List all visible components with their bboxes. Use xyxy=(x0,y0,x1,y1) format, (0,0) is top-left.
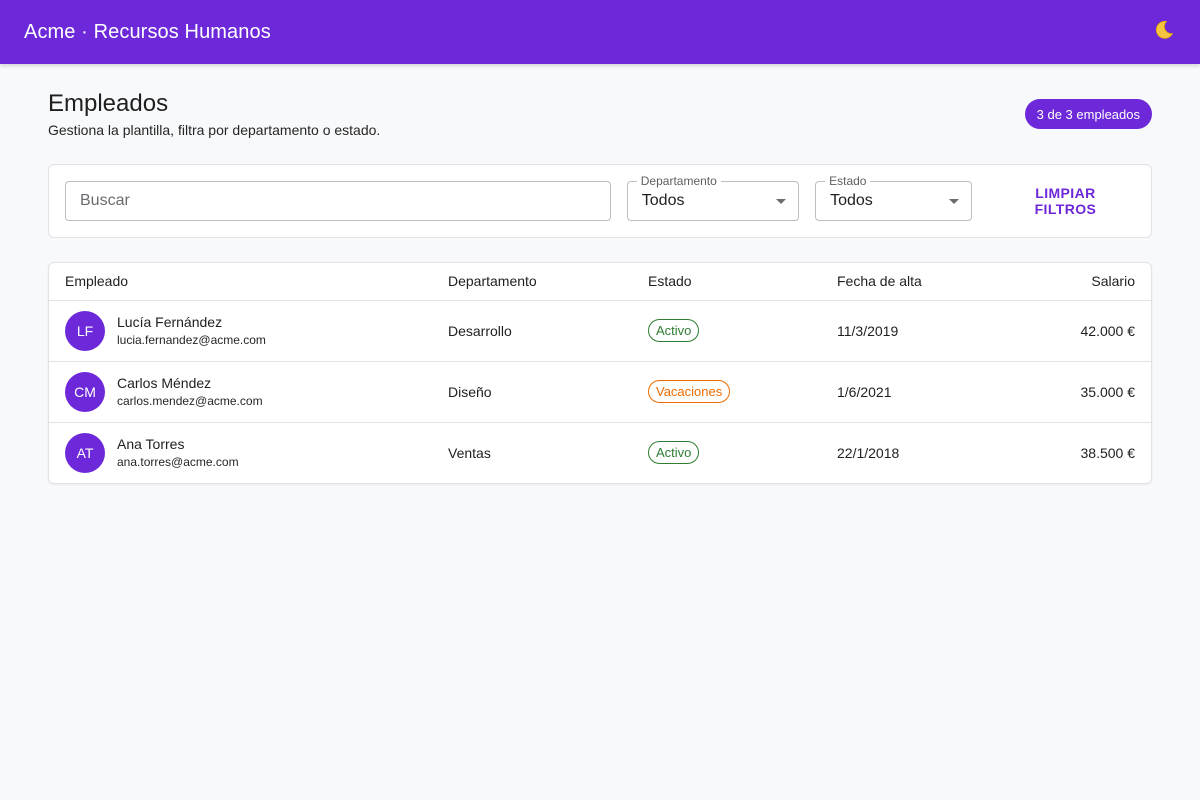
hire-date-cell: 11/3/2019 xyxy=(821,300,1001,362)
column-header-hire-date[interactable]: Fecha de alta xyxy=(821,263,1001,301)
app-bar: Acme · Recursos Humanos xyxy=(0,0,1200,64)
salary-cell: 38.500 € xyxy=(1080,444,1136,461)
avatar: AT xyxy=(65,432,105,473)
caret-down-icon xyxy=(776,199,787,204)
employees-table: Empleado Departamento Estado Fecha de al… xyxy=(49,263,1151,483)
moon-icon xyxy=(1152,18,1176,47)
employee-name: Lucía Fernández xyxy=(117,314,223,330)
clear-filters-button[interactable]: LIMPIAR FILTROS xyxy=(996,177,1135,225)
column-header-employee[interactable]: Empleado xyxy=(49,263,432,301)
department-select-label: Departamento xyxy=(636,174,721,188)
employee-email: lucia.fernandez@acme.com xyxy=(117,333,266,347)
column-header-status[interactable]: Estado xyxy=(632,263,821,301)
status-select[interactable]: Estado Todos xyxy=(815,174,972,221)
salary-cell: 35.000 € xyxy=(1001,361,1151,423)
table-row[interactable]: AT Ana Torres ana.torres@acme.com Ventas… xyxy=(49,422,1151,483)
page-header: Empleados Gestiona la plantilla, filtra … xyxy=(48,90,1152,138)
department-cell: Desarrollo xyxy=(432,300,632,362)
employee-name: Carlos Méndez xyxy=(117,375,212,391)
department-select[interactable]: Departamento Todos xyxy=(626,174,800,221)
status-badge: Activo xyxy=(648,319,700,342)
salary-cell: 42.000 € xyxy=(1001,300,1151,362)
employee-email: carlos.mendez@acme.com xyxy=(117,394,263,408)
status-badge: Activo xyxy=(648,441,700,465)
status-badge: Vacaciones xyxy=(648,380,731,403)
table-row[interactable]: CM Carlos Méndez carlos.mendez@acme.com … xyxy=(49,361,1151,423)
hire-date-cell: 22/1/2018 xyxy=(837,444,900,461)
theme-toggle-button[interactable] xyxy=(1144,12,1184,52)
avatar: CM xyxy=(65,371,105,412)
filter-bar: Departamento Todos Estado Todos LIMPIAR … xyxy=(48,164,1152,238)
status-select-value: Todos xyxy=(830,192,873,209)
page-subtitle: Gestiona la plantilla, filtra por depart… xyxy=(48,122,381,138)
employee-cell: CM Carlos Méndez carlos.mendez@acme.com xyxy=(65,371,416,412)
app-title: Acme · Recursos Humanos xyxy=(24,20,271,43)
employee-name: Ana Torres xyxy=(117,436,185,453)
page-heading: Empleados Gestiona la plantilla, filtra … xyxy=(48,90,380,138)
column-header-department[interactable]: Departamento xyxy=(432,263,632,301)
employee-email: ana.torres@acme.com xyxy=(117,455,239,470)
table-row[interactable]: LF Lucía Fernández lucia.fernandez@acme.… xyxy=(49,300,1151,362)
page-title: Empleados xyxy=(48,90,169,117)
department-select-value: Todos xyxy=(641,192,685,209)
department-cell: Diseño xyxy=(432,361,632,423)
status-select-label: Estado xyxy=(825,174,871,188)
avatar: LF xyxy=(65,310,105,351)
employee-count-badge: 3 de 3 empleados xyxy=(1024,99,1152,129)
department-cell: Ventas xyxy=(448,444,491,461)
caret-down-icon xyxy=(948,199,959,204)
employees-table-card: Empleado Departamento Estado Fecha de al… xyxy=(48,262,1152,484)
column-header-salary[interactable]: Salario xyxy=(1001,263,1151,301)
table-header-row: Empleado Departamento Estado Fecha de al… xyxy=(49,263,1151,301)
hire-date-cell: 1/6/2021 xyxy=(821,361,1001,423)
employee-cell: AT Ana Torres ana.torres@acme.com xyxy=(65,432,416,473)
search-input[interactable] xyxy=(65,181,611,221)
employee-cell: LF Lucía Fernández lucia.fernandez@acme.… xyxy=(65,310,416,351)
